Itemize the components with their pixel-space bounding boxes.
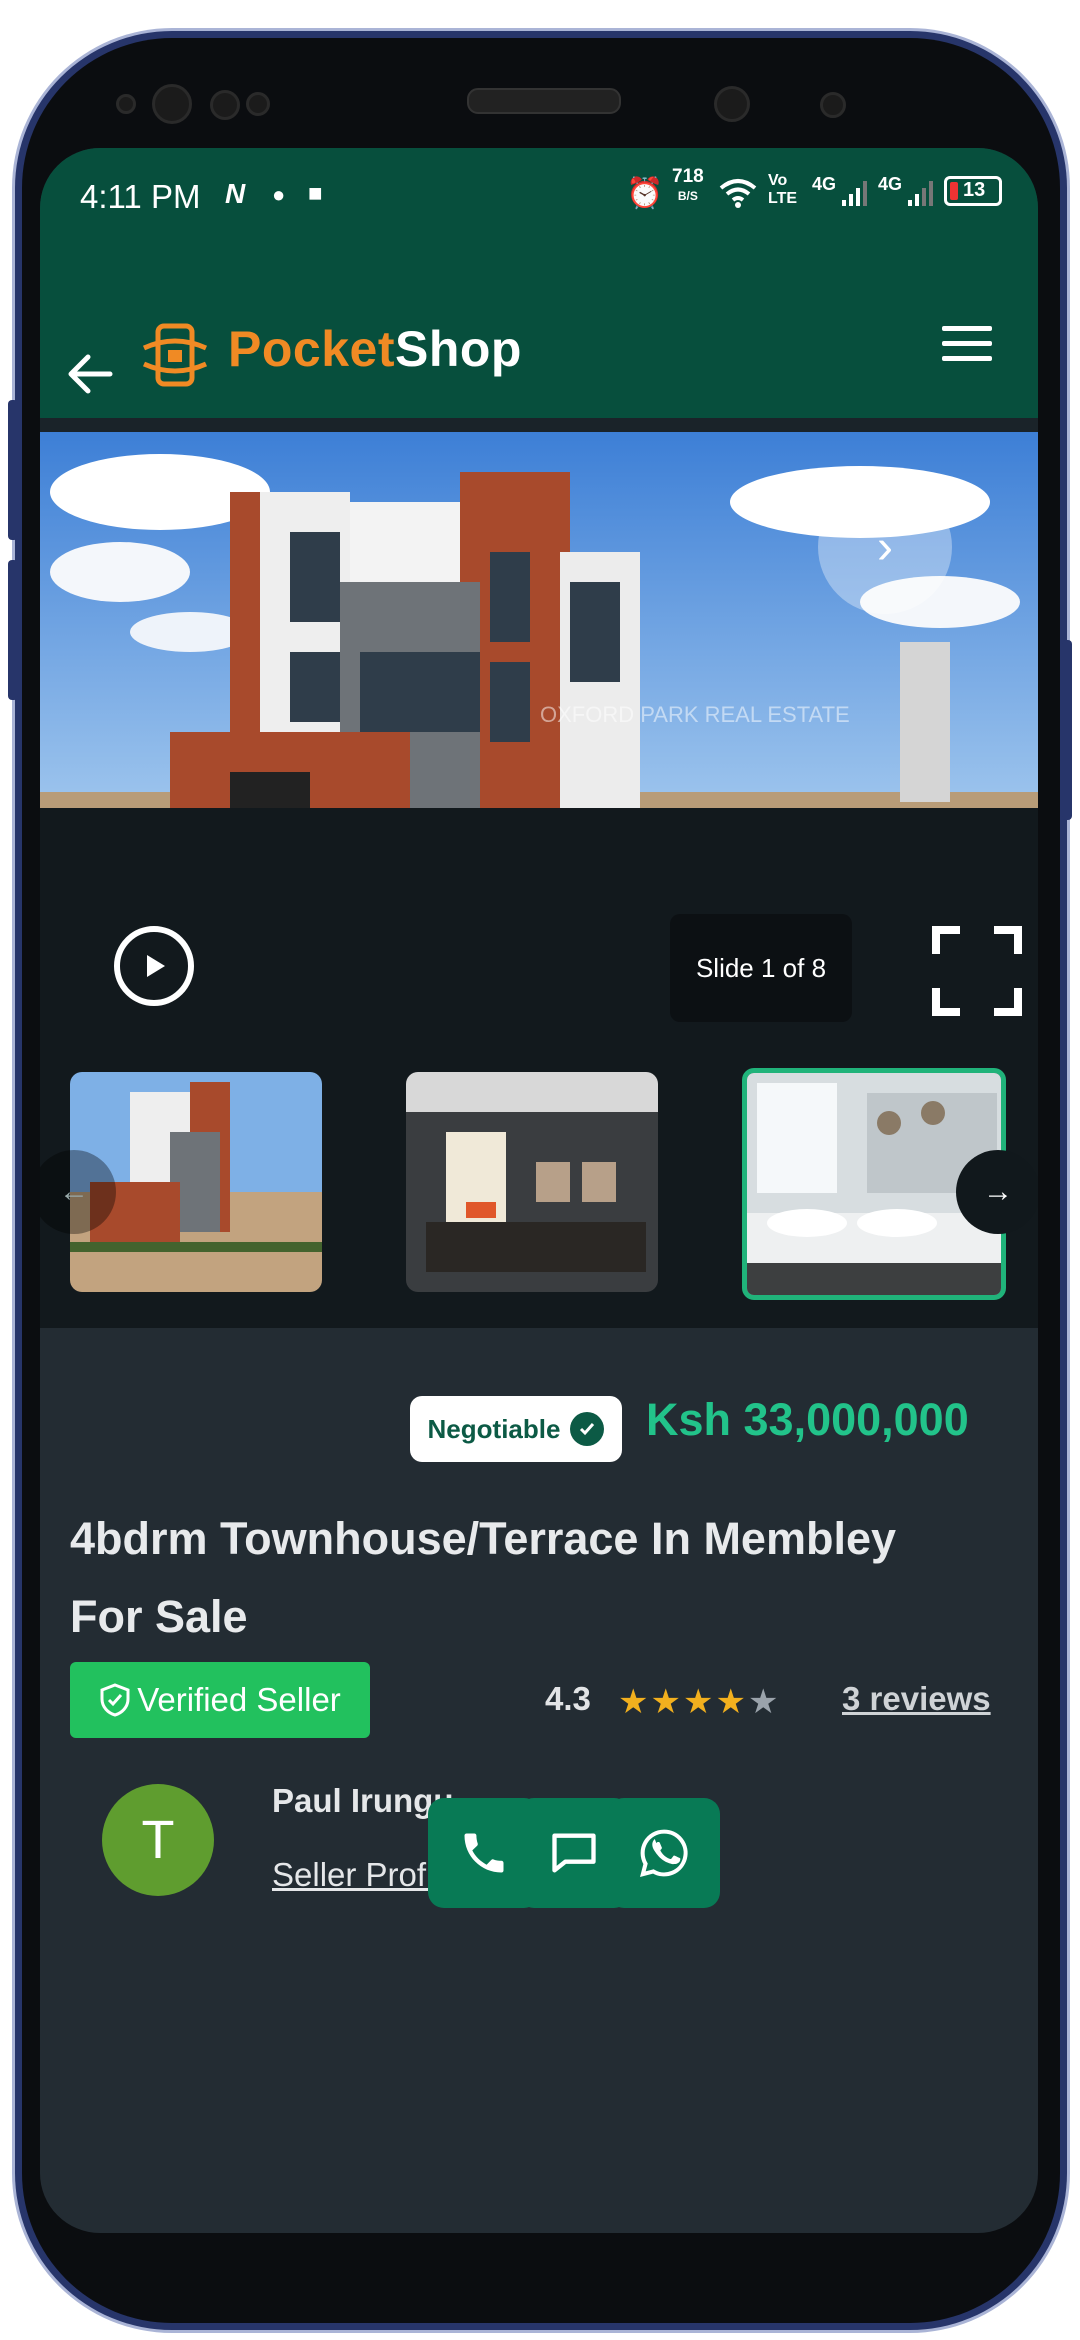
hamburger-menu-icon[interactable]: [940, 322, 994, 366]
star-filled-icon: ★: [682, 1683, 716, 1721]
volume-button: [8, 560, 18, 700]
net-speed: 718 B/S: [672, 166, 704, 205]
thumbnail-next-button[interactable]: →: [956, 1150, 1038, 1234]
star-empty-icon: ★: [747, 1683, 781, 1721]
alarm-icon: ⏰: [626, 177, 664, 210]
verified-seller-badge: Verified Seller: [70, 1662, 370, 1738]
thumbnail-2[interactable]: [406, 1072, 658, 1292]
play-slideshow-button[interactable]: [114, 926, 194, 1006]
arrow-left-icon: ←: [59, 1175, 89, 1208]
wifi-icon: [719, 179, 757, 208]
app-screen: 4:11 PM N ● ■ ⏰ 718 B/S Vo LTE 4G 4G 13: [40, 148, 1038, 2233]
status-time: 4:11 PM: [80, 178, 201, 215]
front-camera: [714, 86, 750, 122]
pocketshop-logo-icon: [142, 323, 208, 387]
seller-avatar[interactable]: T: [102, 1784, 214, 1896]
back-arrow-icon[interactable]: [60, 344, 120, 404]
listing-price: Ksh 33,000,000: [646, 1394, 969, 1445]
phone-icon: [464, 1833, 504, 1873]
sensor-dot: [246, 92, 270, 116]
star-filled-icon: ★: [650, 1683, 683, 1721]
earpiece-speaker: [467, 88, 621, 114]
power-button: [1062, 640, 1072, 820]
listing-title: 4bdrm Townhouse/Terrace In Membley For S…: [70, 1513, 897, 1642]
battery-level: 13: [963, 179, 986, 201]
reviews-link[interactable]: 3 reviews: [842, 1680, 991, 1718]
fullscreen-icon[interactable]: [932, 926, 1022, 1016]
net-speed-unit: B/S: [677, 189, 698, 203]
whatsapp-icon: [640, 1829, 688, 1877]
sim2-network: 4G: [878, 174, 903, 194]
sensor-dot: [152, 84, 192, 124]
verified-label: Verified Seller: [137, 1681, 341, 1718]
brand-part-pocket: Pocket: [228, 321, 395, 377]
arrow-right-icon: →: [983, 1175, 1013, 1208]
check-circle-icon: [570, 1412, 605, 1446]
whatsapp-button[interactable]: [608, 1798, 720, 1908]
thumbnail-image: [406, 1072, 658, 1292]
brand-name[interactable]: PocketShop: [228, 320, 522, 378]
star-filled-icon: ★: [618, 1683, 651, 1721]
chat-message-icon: [552, 1833, 596, 1873]
brand-part-shop: Shop: [394, 321, 522, 377]
slide-counter: Slide 1 of 8: [670, 914, 852, 1022]
sensor-dot: [116, 94, 136, 114]
seller-name: Paul Irungu: [272, 1782, 454, 1819]
net-speed-value: 718: [672, 166, 704, 187]
water-drop-icon: ●: [272, 182, 286, 207]
battery-icon: 13: [944, 176, 1002, 206]
status-bar: 4:11 PM N ● ■ ⏰ 718 B/S Vo LTE 4G 4G 13: [40, 148, 1038, 270]
negotiable-badge: Negotiable: [410, 1396, 622, 1462]
hero-next-button[interactable]: ›: [818, 480, 952, 614]
shield-check-icon: [100, 1683, 130, 1717]
sensor-dot: [820, 92, 846, 118]
sim1-network: 4G: [812, 174, 837, 194]
play-icon: [147, 955, 165, 977]
watermark-text: OXFORD PARK REAL ESTATE: [540, 702, 850, 727]
rating-value: 4.3: [545, 1680, 591, 1717]
signal-icon: [908, 181, 933, 206]
chevron-right-icon: ›: [877, 520, 893, 574]
volte-label: Vo LTE: [768, 172, 798, 207]
chat-bubble-icon: ■: [308, 180, 323, 207]
app-bar-divider: [40, 418, 1038, 432]
volume-button: [8, 400, 18, 540]
n-app-icon: N: [225, 178, 246, 209]
rating-stars: ★★★★★: [618, 1682, 780, 1722]
negotiable-label: Negotiable: [427, 1413, 561, 1444]
signal-icon: [842, 181, 867, 206]
sensor-dot: [210, 90, 240, 120]
star-filled-icon: ★: [715, 1683, 748, 1721]
